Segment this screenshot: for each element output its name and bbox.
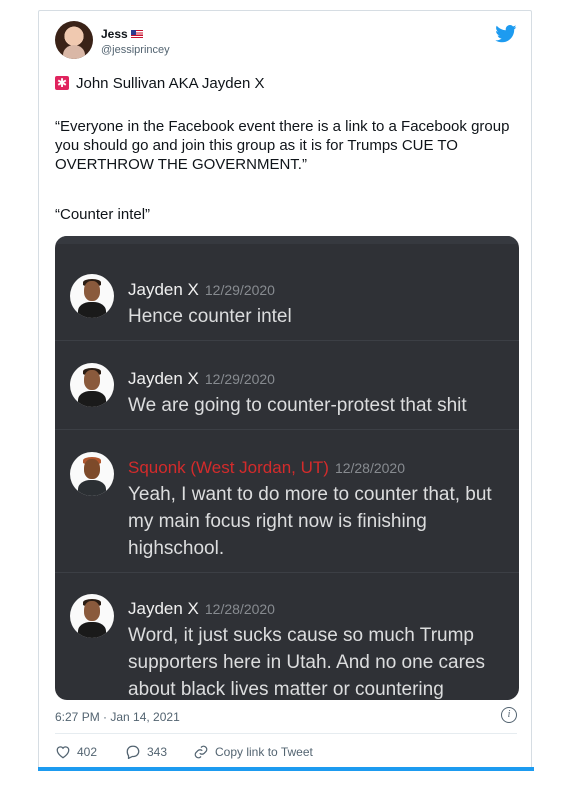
avatar[interactable] [55, 21, 93, 59]
message-divider [55, 340, 519, 341]
message-text: Word, it just sucks cause so much Trump … [128, 625, 486, 700]
link-icon [194, 745, 208, 759]
message-avatar [70, 274, 114, 318]
us-flag-icon [130, 30, 143, 38]
like-button[interactable]: 402 [55, 745, 97, 759]
message-date: 12/29/2020 [204, 282, 275, 298]
card-accent-bar [38, 767, 534, 771]
tweet-line-1: John Sullivan AKA Jayden X [55, 74, 264, 93]
author-name[interactable]: Jess [101, 27, 143, 41]
message-text: Yeah, I want to do more to counter that,… [128, 484, 492, 559]
message-text: Hence counter intel [128, 306, 292, 327]
message-date: 12/28/2020 [334, 460, 406, 476]
embedded-chat-screenshot[interactable]: Jayden X 12/29/2020 Hence counter intel J… [55, 236, 519, 700]
message-date: 12/29/2020 [204, 371, 275, 387]
tweet-timestamp[interactable]: 6:27 PM · Jan 14, 2021 [55, 710, 180, 724]
divider [55, 733, 517, 734]
reply-button[interactable]: 343 [125, 745, 167, 760]
twitter-bird-icon[interactable] [495, 25, 517, 43]
message-text: We are going to counter-protest that shi… [128, 395, 467, 416]
author-handle[interactable]: @jessiprincey [101, 44, 170, 56]
message-author: Squonk (West Jordan, UT) 12/28/2020 [128, 458, 406, 477]
message-author: Jayden X 12/29/2020 [128, 369, 275, 388]
message-avatar [70, 363, 114, 407]
message-divider [55, 572, 519, 573]
copy-link-button[interactable]: Copy link to Tweet [193, 745, 313, 759]
tweet-quote: “Everyone in the Facebook event there is… [55, 118, 510, 173]
cropped-message-top [55, 236, 519, 244]
tweet-card: Jess @jessiprincey John Sullivan AKA Jay… [38, 10, 532, 770]
message-author: Jayden X 12/28/2020 [128, 599, 275, 618]
message-author: Jayden X 12/29/2020 [128, 280, 275, 299]
info-icon[interactable]: i [501, 707, 517, 723]
siren-emoji-icon [55, 74, 69, 93]
message-avatar [70, 594, 114, 638]
message-avatar [70, 452, 114, 496]
tweet-line-3: “Counter intel” [55, 206, 151, 223]
reply-icon [126, 745, 140, 760]
message-date: 12/28/2020 [204, 601, 275, 617]
heart-icon [56, 746, 70, 759]
message-divider [55, 429, 519, 430]
